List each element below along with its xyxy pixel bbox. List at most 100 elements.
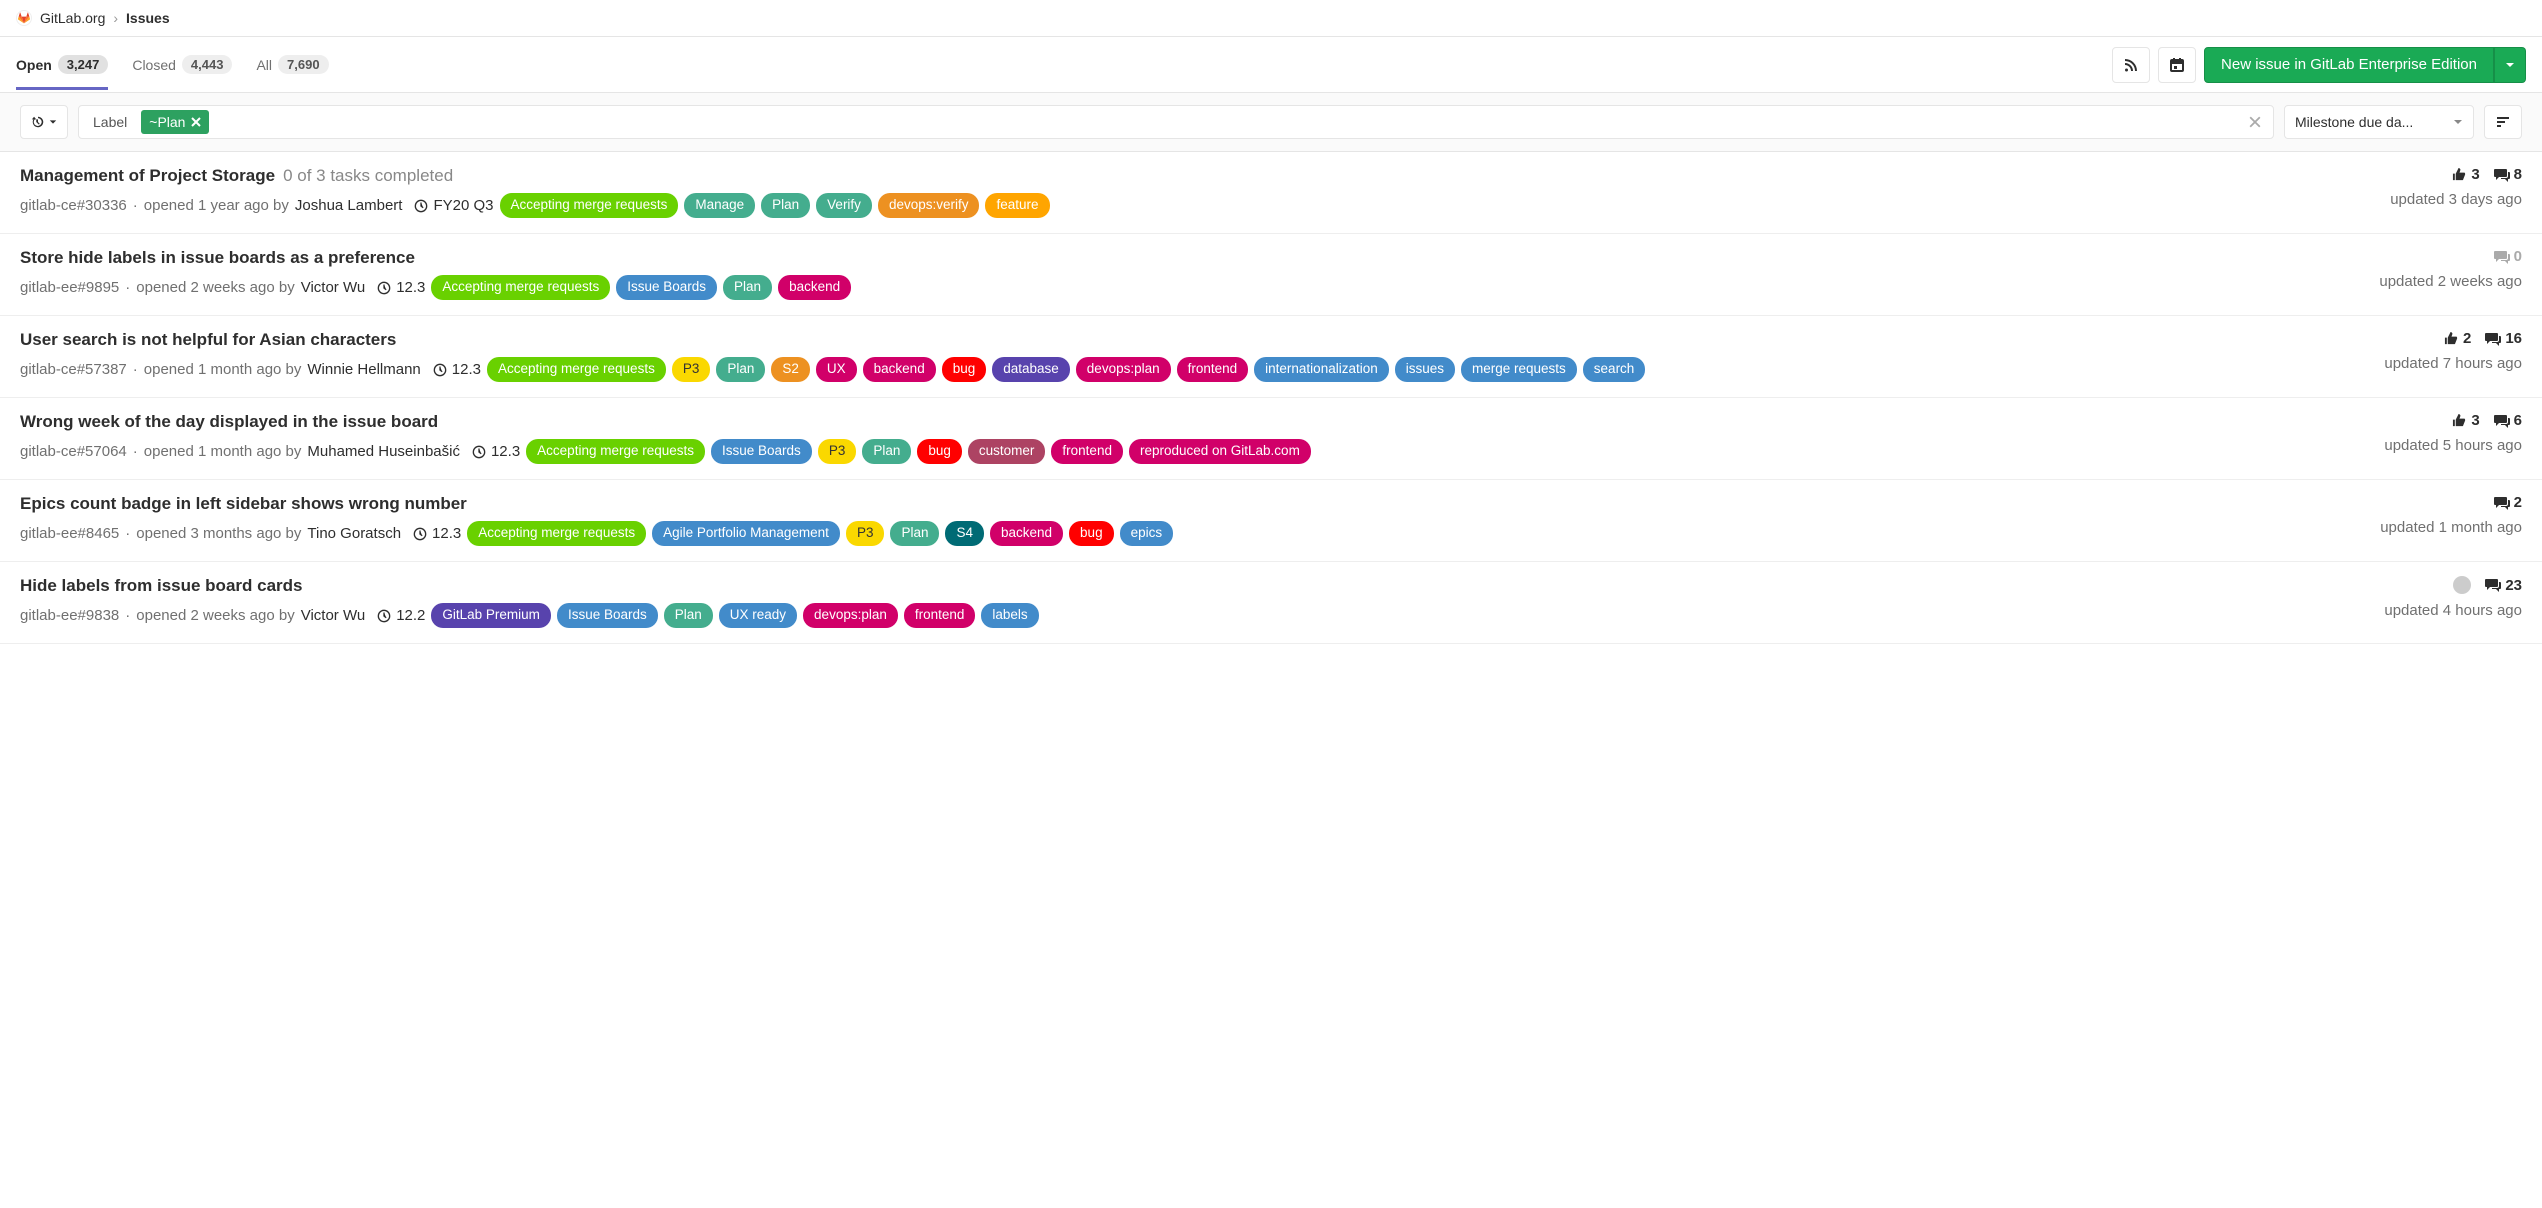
comments[interactable]: 2 xyxy=(2494,494,2522,511)
issue-author[interactable]: Victor Wu xyxy=(301,602,365,629)
label-pill[interactable]: UX ready xyxy=(719,603,797,627)
issue-author[interactable]: Joshua Lambert xyxy=(295,192,403,219)
label-pill[interactable]: Verify xyxy=(816,193,872,217)
label-pill[interactable]: backend xyxy=(990,521,1063,545)
issue-title[interactable]: Wrong week of the day displayed in the i… xyxy=(20,412,438,431)
new-issue-dropdown[interactable] xyxy=(2494,47,2526,83)
breadcrumb-group[interactable]: GitLab.org xyxy=(40,10,105,26)
issue-ref[interactable]: gitlab-ee#9895 xyxy=(20,274,119,301)
issue-ref[interactable]: gitlab-ee#9838 xyxy=(20,602,119,629)
label-pill[interactable]: Accepting merge requests xyxy=(467,521,646,545)
label-pill[interactable]: frontend xyxy=(1177,357,1249,381)
label-pill[interactable]: P3 xyxy=(846,521,885,545)
label-pill[interactable]: S4 xyxy=(945,521,984,545)
label-pill[interactable]: customer xyxy=(968,439,1046,463)
issue-title[interactable]: Hide labels from issue board cards xyxy=(20,576,302,595)
label-pill[interactable]: Accepting merge requests xyxy=(431,275,610,299)
sort-dropdown[interactable]: Milestone due da... xyxy=(2284,105,2474,139)
label-pill[interactable]: Agile Portfolio Management xyxy=(652,521,840,545)
label-pill[interactable]: UX xyxy=(816,357,857,381)
label-pill[interactable]: GitLab Premium xyxy=(431,603,551,627)
filter-input[interactable]: Label ~Plan xyxy=(78,105,2274,139)
issue-milestone[interactable]: 12.3 xyxy=(472,438,520,465)
issue-milestone[interactable]: 12.3 xyxy=(413,520,461,547)
label-pill[interactable]: P3 xyxy=(672,357,711,381)
label-pill[interactable]: bug xyxy=(942,357,987,381)
label-pill[interactable]: backend xyxy=(778,275,851,299)
label-pill[interactable]: S2 xyxy=(771,357,810,381)
comments[interactable]: 0 xyxy=(2494,248,2522,265)
label-pill[interactable]: Plan xyxy=(716,357,765,381)
sort-direction-button[interactable] xyxy=(2484,105,2522,139)
label-pill[interactable]: Accepting merge requests xyxy=(526,439,705,463)
calendar-button[interactable] xyxy=(2158,47,2196,83)
tab-open[interactable]: Open 3,247 xyxy=(16,39,108,90)
comments[interactable]: 23 xyxy=(2485,577,2522,594)
label-pill[interactable]: bug xyxy=(917,439,962,463)
issue-main: Hide labels from issue board cards gitlab… xyxy=(20,576,2368,629)
label-pill[interactable]: frontend xyxy=(1051,439,1123,463)
issue-ref[interactable]: gitlab-ee#8465 xyxy=(20,520,119,547)
label-pill[interactable]: Issue Boards xyxy=(557,603,658,627)
label-pill[interactable]: issues xyxy=(1395,357,1455,381)
label-pill[interactable]: Plan xyxy=(723,275,772,299)
comments[interactable]: 8 xyxy=(2494,166,2522,183)
label-pill[interactable]: Plan xyxy=(890,521,939,545)
label-pill[interactable]: feature xyxy=(985,193,1049,217)
upvotes[interactable]: 3 xyxy=(2452,166,2479,183)
label-pill[interactable]: database xyxy=(992,357,1070,381)
upvotes[interactable]: 2 xyxy=(2444,330,2471,347)
issue-milestone[interactable]: FY20 Q3 xyxy=(414,192,493,219)
search-history-button[interactable] xyxy=(20,105,68,139)
filter-clear-button[interactable] xyxy=(2243,116,2267,128)
issue-author[interactable]: Victor Wu xyxy=(301,274,365,301)
label-pill[interactable]: frontend xyxy=(904,603,976,627)
label-pill[interactable]: bug xyxy=(1069,521,1114,545)
assignee-avatar[interactable] xyxy=(2453,576,2471,594)
issue-title[interactable]: Management of Project Storage xyxy=(20,166,275,185)
filter-token-remove[interactable] xyxy=(191,117,201,127)
label-pill[interactable]: Plan xyxy=(862,439,911,463)
label-pill[interactable]: P3 xyxy=(818,439,857,463)
issue-author[interactable]: Tino Goratsch xyxy=(307,520,401,547)
issue-ref[interactable]: gitlab-ce#30336 xyxy=(20,192,127,219)
issue-title[interactable]: Store hide labels in issue boards as a p… xyxy=(20,248,415,267)
tab-closed[interactable]: Closed 4,443 xyxy=(132,39,232,90)
issue-author[interactable]: Winnie Hellmann xyxy=(307,356,420,383)
label-pill[interactable]: Plan xyxy=(761,193,810,217)
issue-milestone[interactable]: 12.3 xyxy=(433,356,481,383)
tab-all[interactable]: All 7,690 xyxy=(256,39,328,90)
label-pill[interactable]: devops:verify xyxy=(878,193,980,217)
label-pill[interactable]: Manage xyxy=(684,193,755,217)
label-pill[interactable]: backend xyxy=(863,357,936,381)
label-pill[interactable]: Issue Boards xyxy=(616,275,717,299)
issue-title[interactable]: Epics count badge in left sidebar shows … xyxy=(20,494,467,513)
upvotes[interactable]: 3 xyxy=(2452,412,2479,429)
issue-ref[interactable]: gitlab-ce#57064 xyxy=(20,438,127,465)
filter-token[interactable]: ~Plan xyxy=(141,110,209,134)
issue-milestone[interactable]: 12.2 xyxy=(377,602,425,629)
label-pill[interactable]: merge requests xyxy=(1461,357,1577,381)
label-pill[interactable]: internationalization xyxy=(1254,357,1389,381)
label-pill[interactable]: devops:plan xyxy=(1076,357,1171,381)
label-pill[interactable]: reproduced on GitLab.com xyxy=(1129,439,1311,463)
issue-milestone[interactable]: 12.3 xyxy=(377,274,425,301)
new-issue-button[interactable]: New issue in GitLab Enterprise Edition xyxy=(2204,47,2494,83)
issue-author[interactable]: Muhamed Huseinbašić xyxy=(307,438,460,465)
issue-ref[interactable]: gitlab-ce#57387 xyxy=(20,356,127,383)
label-pill[interactable]: Issue Boards xyxy=(711,439,812,463)
comments[interactable]: 6 xyxy=(2494,412,2522,429)
label-pill[interactable]: Accepting merge requests xyxy=(500,193,679,217)
label-pill[interactable]: labels xyxy=(981,603,1038,627)
label-pill[interactable]: epics xyxy=(1120,521,1174,545)
label-pill[interactable]: Plan xyxy=(664,603,713,627)
label-pill[interactable]: search xyxy=(1583,357,1646,381)
comments[interactable]: 16 xyxy=(2485,330,2522,347)
label-pill[interactable]: devops:plan xyxy=(803,603,898,627)
rss-button[interactable] xyxy=(2112,47,2150,83)
issue-opened: opened 2 weeks ago by xyxy=(136,274,294,301)
issue-updated: updated 1 month ago xyxy=(2380,519,2522,536)
issue-title[interactable]: User search is not helpful for Asian cha… xyxy=(20,330,396,349)
label-pill[interactable]: Accepting merge requests xyxy=(487,357,666,381)
breadcrumb-page[interactable]: Issues xyxy=(126,10,170,26)
